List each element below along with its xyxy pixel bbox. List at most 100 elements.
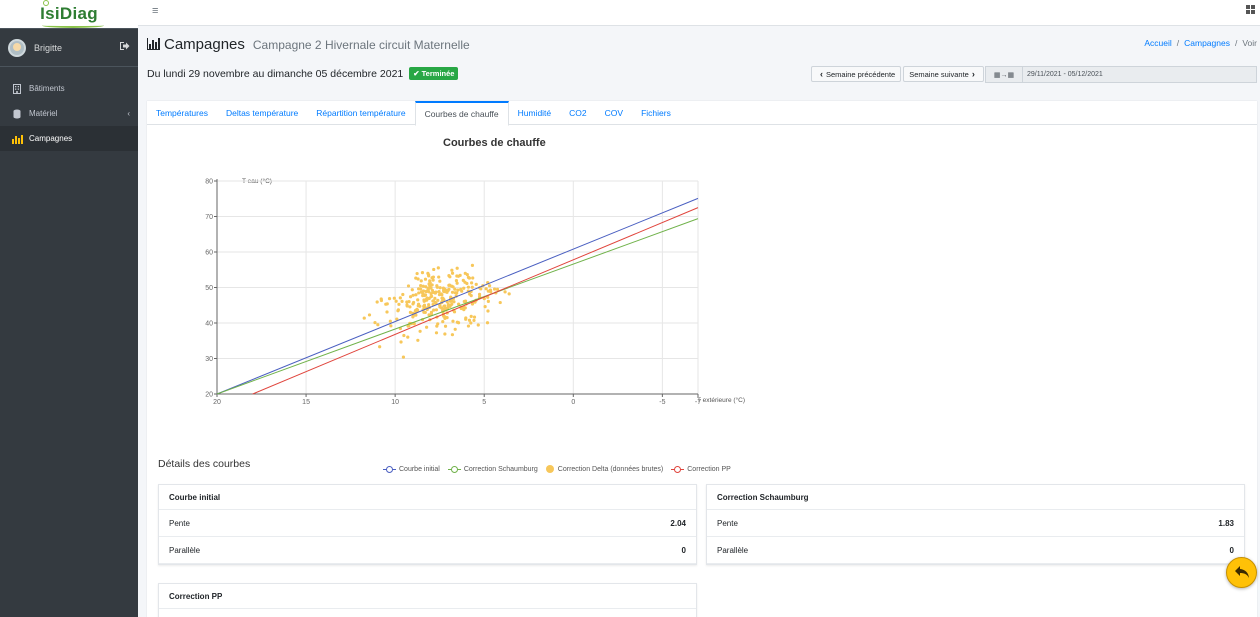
- scatter-point: [471, 276, 475, 280]
- sidebar-item-label: Campagnes: [29, 134, 73, 143]
- x-tick-label: -7: [695, 399, 701, 406]
- curve-row-pente: Pente 1.83: [707, 510, 1244, 537]
- legend-item[interactable]: Courbe initial: [383, 465, 440, 473]
- x-tick-label: 20: [213, 399, 221, 406]
- scatter-point: [441, 286, 446, 290]
- sidebar-item-campagnes[interactable]: Campagnes: [0, 126, 138, 151]
- apps-grid-icon[interactable]: [1246, 5, 1255, 14]
- back-button[interactable]: [1226, 557, 1257, 588]
- breadcrumb-separator: /: [1234, 38, 1238, 48]
- tab-deltas-temperature[interactable]: Deltas température: [217, 101, 307, 125]
- avatar[interactable]: [8, 38, 26, 57]
- scatter-point: [378, 345, 382, 349]
- y-tick-label: 30: [205, 356, 213, 363]
- row-label: Parallèle: [169, 545, 201, 555]
- scatter-point: [450, 268, 454, 272]
- scatter-point: [423, 277, 428, 281]
- scatter-point: [463, 280, 467, 284]
- legend-label: Correction Delta (données brutes): [557, 465, 664, 473]
- scatter-point: [485, 321, 490, 325]
- campaign-card: Températures Deltas température Répartit…: [147, 101, 1257, 617]
- scatter-point: [388, 319, 392, 323]
- scatter-point: [389, 324, 393, 328]
- scatter-point: [495, 287, 500, 291]
- scatter-point: [464, 316, 468, 320]
- calendar-range-icon: ▦→▦: [986, 67, 1023, 82]
- tab-repartition-temperature[interactable]: Répartition température: [307, 101, 414, 125]
- legend-item[interactable]: Correction Delta (données brutes): [545, 465, 664, 473]
- scatter-point: [399, 340, 403, 344]
- sidebar-item-materiel[interactable]: Matériel ‹: [0, 101, 138, 126]
- scatter-point: [468, 292, 472, 296]
- scatter-point: [445, 290, 449, 294]
- sidebar-nav: Bâtiments Matériel ‹ Campagnes: [0, 67, 138, 151]
- scatter-point: [367, 313, 372, 317]
- menu-icon[interactable]: ≡: [152, 5, 158, 17]
- tab-bar: Températures Deltas température Répartit…: [147, 101, 1257, 126]
- scatter-point: [451, 319, 455, 323]
- scatter-point: [455, 320, 459, 324]
- curve-row-parallele: Parallèle 0: [159, 537, 696, 564]
- brand[interactable]: IsiDiag: [0, 0, 138, 29]
- tab-courbes-de-chauffe[interactable]: Courbes de chauffe: [414, 101, 509, 126]
- breadcrumb-home[interactable]: Accueil: [1144, 38, 1171, 48]
- status-badge: ✔ Terminée: [409, 67, 459, 80]
- scatter-point: [448, 304, 452, 309]
- scatter-point: [402, 333, 406, 338]
- legend-item[interactable]: Correction PP: [671, 465, 731, 473]
- scatter-point: [429, 286, 433, 290]
- curve-card-initial: Courbe initial Pente 2.04 Parallèle 0: [158, 484, 697, 565]
- scatter-point: [430, 294, 434, 298]
- scatter-point: [427, 303, 431, 307]
- check-icon: ✔: [413, 69, 420, 78]
- row-label: Pente: [169, 518, 190, 528]
- scatter-point: [414, 293, 418, 297]
- scatter-point: [450, 290, 455, 294]
- x-tick-label: -5: [659, 399, 665, 406]
- user-name[interactable]: Brigitte: [34, 43, 119, 53]
- next-week-button[interactable]: Semaine suivante ›: [903, 66, 984, 82]
- curve-card-pp: Correction PP: [158, 583, 697, 617]
- previous-week-button[interactable]: ‹ Semaine précédente: [811, 66, 902, 82]
- scatter-point: [474, 282, 478, 287]
- scatter-point: [394, 299, 398, 303]
- scatter-point: [450, 333, 455, 337]
- legend-label: Correction Schaumburg: [463, 465, 538, 473]
- scatter-point: [455, 281, 459, 285]
- legend-dot-marker: [545, 465, 554, 473]
- date-range-picker[interactable]: ▦→▦ 29/11/2021 - 05/12/2021: [985, 66, 1257, 83]
- tab-humidite[interactable]: Humidité: [509, 101, 561, 125]
- row-value: 1.83: [1218, 518, 1234, 528]
- scatter-point: [458, 273, 462, 277]
- scatter-point: [416, 298, 420, 302]
- scatter-point: [441, 296, 445, 300]
- legend-line-marker: [383, 465, 396, 473]
- series-line: [216, 197, 699, 395]
- tab-fichiers[interactable]: Fichiers: [632, 101, 680, 125]
- scatter-point: [414, 276, 418, 280]
- y-tick-label: 60: [205, 250, 213, 257]
- scatter-point: [492, 287, 497, 291]
- scatter-point: [469, 321, 473, 325]
- series-line: [252, 207, 699, 395]
- page-heading: Campagnes: [164, 36, 245, 53]
- sidebar-item-batiments[interactable]: Bâtiments: [0, 76, 138, 101]
- period-label: Du lundi 29 novembre au dimanche 05 déce…: [147, 67, 404, 80]
- scatter-point: [452, 300, 456, 304]
- scatter-point: [411, 302, 415, 306]
- scatter-point: [397, 302, 401, 306]
- date-range-value[interactable]: 29/11/2021 - 05/12/2021: [1023, 71, 1103, 78]
- breadcrumb: Accueil / Campagnes / Voir: [1144, 38, 1257, 48]
- tab-co2[interactable]: CO2: [560, 101, 595, 125]
- building-icon: [12, 83, 22, 94]
- scatter-point: [376, 323, 380, 327]
- curve-row-pente: Pente 2.04: [159, 510, 696, 537]
- breadcrumb-campagnes[interactable]: Campagnes: [1184, 38, 1230, 48]
- period-text: Du lundi 29 novembre au dimanche 05 déce…: [147, 67, 459, 80]
- tab-temperatures[interactable]: Températures: [147, 101, 217, 125]
- tab-cov[interactable]: COV: [596, 101, 632, 125]
- breadcrumb-current: Voir: [1242, 38, 1257, 48]
- logout-icon[interactable]: [119, 41, 130, 54]
- legend-item[interactable]: Correction Schaumburg: [447, 465, 538, 473]
- scatter-point: [432, 267, 436, 272]
